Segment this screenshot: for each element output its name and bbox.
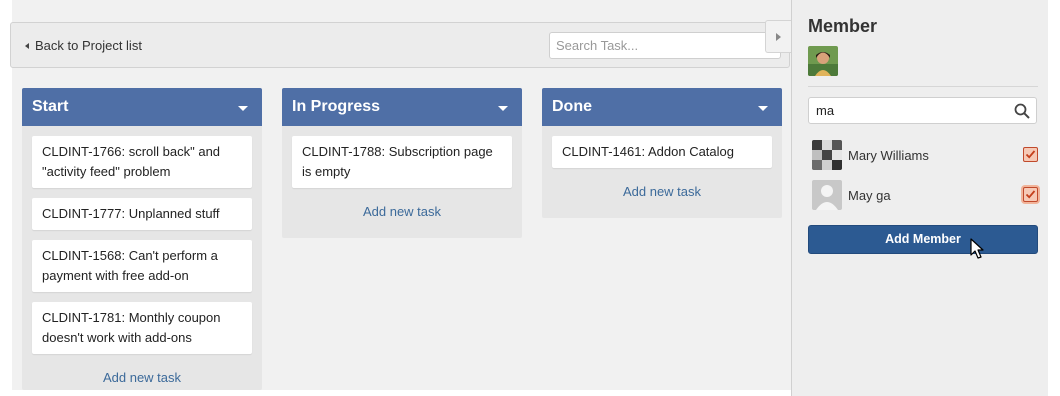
caret-left-icon — [25, 42, 29, 49]
member-name: May ga — [848, 188, 891, 203]
sidebar-toggle-button[interactable] — [765, 20, 792, 53]
checkbox-checked-icon[interactable] — [1023, 147, 1038, 162]
column-title: In Progress — [292, 98, 381, 115]
task-card[interactable]: CLDINT-1568: Can't perform a payment wit… — [32, 240, 252, 292]
task-card[interactable]: CLDINT-1788: Subscription page is empty — [292, 136, 512, 188]
member-sidebar: Member ma Mary Williams May ga Add Membe… — [791, 0, 1048, 396]
member-search-box — [808, 97, 1037, 124]
column-start: Start CLDINT-1766: scroll back" and "act… — [22, 88, 262, 390]
task-card[interactable]: CLDINT-1777: Unplanned stuff — [32, 198, 252, 230]
avatar — [812, 140, 842, 170]
member-name: Mary Williams — [848, 148, 929, 163]
task-card[interactable]: CLDINT-1766: scroll back" and "activity … — [32, 136, 252, 188]
avatar-placeholder-icon — [812, 180, 842, 210]
task-card[interactable]: CLDINT-1781: Monthly coupon doesn't work… — [32, 302, 252, 354]
chevron-right-icon — [776, 33, 781, 41]
add-new-task-link[interactable]: Add new task — [22, 364, 262, 395]
column-header: In Progress — [282, 88, 522, 126]
column-title: Done — [552, 98, 592, 115]
add-member-button[interactable]: Add Member — [808, 225, 1038, 254]
member-search-input[interactable] — [809, 98, 1004, 123]
column-header: Done — [542, 88, 782, 126]
member-row[interactable]: Mary Williams — [812, 140, 1040, 170]
add-new-task-link[interactable]: Add new task — [542, 178, 782, 209]
task-card[interactable]: CLDINT-1461: Addon Catalog — [552, 136, 772, 168]
checkbox-checked-icon[interactable] — [1023, 187, 1038, 202]
mouse-cursor-icon — [970, 238, 984, 259]
current-member-avatar[interactable] — [808, 46, 838, 76]
column-in-progress: In Progress CLDINT-1788: Subscription pa… — [282, 88, 522, 238]
caret-down-icon[interactable] — [238, 106, 248, 111]
sidebar-title: Member — [808, 16, 878, 36]
column-header: Start — [22, 88, 262, 126]
caret-down-icon[interactable] — [758, 106, 768, 111]
search-icon[interactable] — [1014, 103, 1030, 119]
divider — [808, 86, 1038, 87]
back-link-label: Back to Project list — [35, 38, 142, 53]
search-task-input[interactable] — [549, 32, 781, 59]
board-toolbar: Back to Project list — [10, 22, 790, 68]
back-to-project-list-link[interactable]: Back to Project list — [25, 38, 142, 53]
add-new-task-link[interactable]: Add new task — [282, 198, 522, 229]
column-done: Done CLDINT-1461: Addon Catalog Add new … — [542, 88, 782, 218]
column-title: Start — [32, 98, 69, 115]
member-row[interactable]: May ga — [812, 180, 1040, 210]
caret-down-icon[interactable] — [498, 106, 508, 111]
